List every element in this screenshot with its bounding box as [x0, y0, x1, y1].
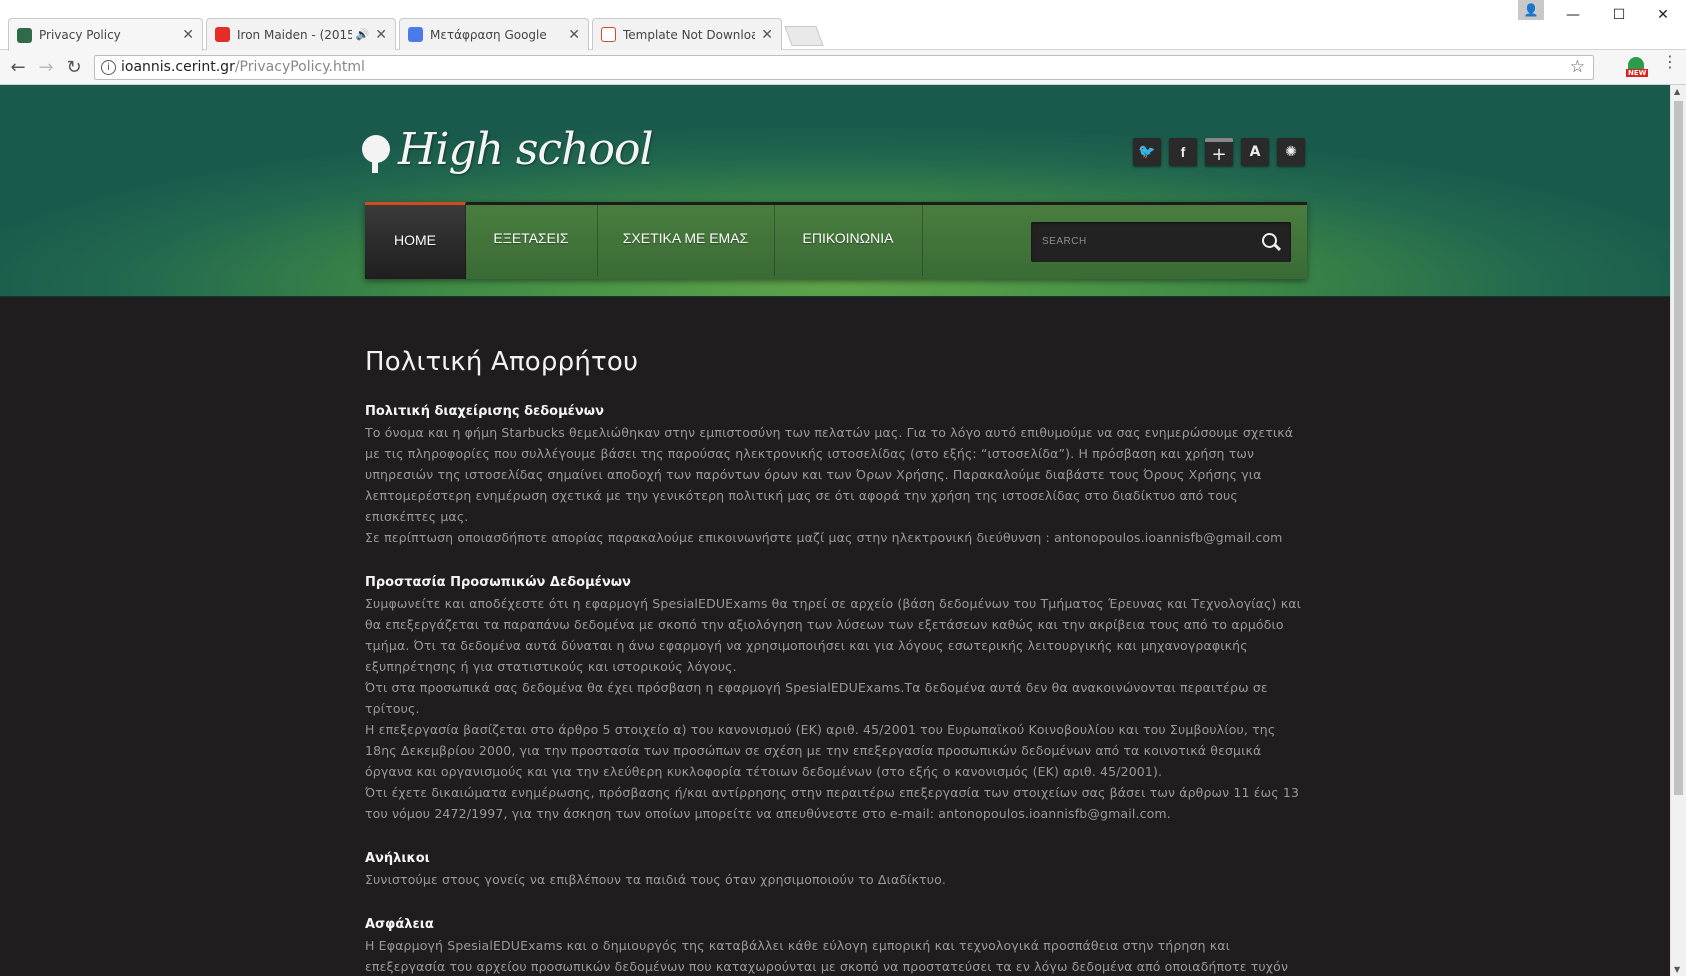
new-tab-button[interactable] — [784, 26, 824, 46]
paragraph: Συνιστούμε στους γονείς να επιβλέπουν τα… — [365, 872, 947, 887]
paragraph: Η Εφαρμογή SpesialEDUExams και ο δημιουρ… — [365, 938, 1289, 974]
extension-new-badge: NEW — [1626, 69, 1649, 77]
tab-youtube[interactable]: Iron Maiden - (2015) T 🔊 ✕ — [206, 18, 396, 50]
nav-item-home[interactable]: HOME — [365, 202, 466, 279]
globe-icon — [362, 135, 390, 173]
search-box[interactable]: SEARCH — [1031, 222, 1291, 262]
url-path: /PrivacyPolicy.html — [234, 59, 365, 75]
site-logo[interactable]: High school — [362, 119, 654, 179]
scroll-up-arrow-icon[interactable]: ▲ — [1674, 87, 1680, 96]
bookmark-star-icon[interactable]: ☆ — [1570, 56, 1585, 79]
page-viewport: High school 🐦 f + A ✺ HOME ΕΞΕΤΑΣΕΙΣ ΣΧΕ… — [0, 85, 1670, 976]
page-scrollbar[interactable]: ▲ ▼ — [1670, 85, 1686, 976]
tab-title: Μετάφραση Google — [430, 27, 547, 42]
tab-title: Iron Maiden - (2015) T — [237, 27, 352, 42]
close-window-button[interactable]: ✕ — [1640, 0, 1686, 30]
browser-menu-icon[interactable]: ⋮ — [1662, 54, 1678, 79]
section-heading: Προστασία Προσωπικών Δεδομένων — [365, 575, 631, 590]
search-placeholder: SEARCH — [1042, 236, 1087, 247]
nav-item-contact[interactable]: ΕΠΙΚΟΙΝΩΝΙΑ — [774, 205, 923, 276]
youtube-favicon-icon — [215, 27, 230, 42]
section-minors: Ανήλικοι Συνιστούμε στους γονείς να επιβ… — [365, 848, 1305, 890]
scroll-down-arrow-icon[interactable]: ▼ — [1674, 965, 1680, 974]
main-nav: HOME ΕΞΕΤΑΣΕΙΣ ΣΧΕΤΙΚΑ ΜΕ ΕΜΑΣ ΕΠΙΚΟΙΝΩΝ… — [365, 202, 1307, 279]
tab-gmail[interactable]: Template Not Download ✕ — [592, 18, 782, 50]
google-translate-favicon-icon — [408, 27, 423, 42]
browser-toolbar: ← → ↻ i ioannis.cerint.gr/PrivacyPolicy.… — [0, 50, 1686, 85]
twitter-icon[interactable]: 🐦 — [1133, 138, 1161, 166]
browser-tabstrip: Privacy Policy ✕ Iron Maiden - (2015) T … — [0, 0, 1686, 51]
facebook-icon[interactable]: f — [1169, 138, 1197, 166]
section-personal-data: Προστασία Προσωπικών Δεδομένων Συμφωνείτ… — [365, 572, 1305, 824]
plus-icon[interactable]: + — [1205, 138, 1233, 166]
a-icon[interactable]: A — [1241, 138, 1269, 166]
privacy-favicon-icon — [17, 27, 32, 43]
paragraph: Η επεξεργασία βασίζεται στο άρθρο 5 στοι… — [365, 722, 1276, 779]
scrollbar-thumb[interactable] — [1674, 101, 1683, 795]
tab-title: Privacy Policy — [39, 28, 121, 42]
paragraph: Σε περίπτωση οποιασδήποτε απορίας παρακα… — [365, 530, 1283, 545]
main-content: Πολιτική Απορρήτου Πολιτική διαχείρισης … — [365, 347, 1305, 976]
audio-playing-icon[interactable]: 🔊 — [356, 28, 370, 41]
profile-icon[interactable]: 👤 — [1518, 0, 1544, 20]
section-heading: Ανήλικοι — [365, 851, 430, 866]
section-data-management: Πολιτική διαχείρισης δεδομένων Το όνομα … — [365, 401, 1305, 548]
paragraph: Συμφωνείτε και αποδέχεστε ότι η εφαρμογή… — [365, 596, 1301, 674]
tab-google-translate[interactable]: Μετάφραση Google ✕ — [399, 18, 589, 50]
forward-arrow-icon[interactable]: → — [34, 56, 58, 80]
tab-close-icon[interactable]: ✕ — [761, 27, 773, 43]
tab-privacy-policy[interactable]: Privacy Policy ✕ — [8, 18, 203, 51]
paragraph: Ότι έχετε δικαιώματα ενημέρωσης, πρόσβασ… — [365, 785, 1300, 821]
minimize-button[interactable]: — — [1550, 0, 1596, 30]
paragraph: Το όνομα και η φήμη Starbucks θεμελιώθηκ… — [365, 425, 1294, 524]
address-bar[interactable]: i ioannis.cerint.gr/PrivacyPolicy.html ☆ — [94, 55, 1594, 80]
search-icon[interactable] — [1262, 233, 1277, 248]
dribbble-icon[interactable]: ✺ — [1277, 138, 1305, 166]
paragraph: Ότι στα προσωπικά σας δεδομένα θα έχει π… — [365, 680, 1268, 716]
tab-close-icon[interactable]: ✕ — [375, 27, 387, 43]
section-heading: Πολιτική διαχείρισης δεδομένων — [365, 404, 604, 419]
section-heading: Ασφάλεια — [365, 917, 434, 932]
page-title: Πολιτική Απορρήτου — [365, 347, 639, 377]
url-domain: ioannis.cerint.gr — [121, 59, 235, 75]
nav-item-exams[interactable]: ΕΞΕΤΑΣΕΙΣ — [465, 205, 598, 276]
logo-text: High school — [398, 123, 654, 175]
tab-close-icon[interactable]: ✕ — [182, 27, 194, 43]
gmail-favicon-icon — [601, 27, 616, 42]
tab-close-icon[interactable]: ✕ — [568, 27, 580, 43]
back-arrow-icon[interactable]: ← — [6, 56, 30, 80]
site-header: High school 🐦 f + A ✺ HOME ΕΞΕΤΑΣΕΙΣ ΣΧΕ… — [0, 85, 1670, 297]
tab-title: Template Not Download — [623, 27, 756, 42]
info-icon[interactable]: i — [101, 60, 116, 75]
nav-item-about[interactable]: ΣΧΕΤΙΚΑ ΜΕ ΕΜΑΣ — [597, 205, 775, 276]
extension-icon[interactable]: NEW — [1624, 57, 1649, 81]
maximize-button[interactable]: ☐ — [1596, 0, 1642, 30]
reload-icon[interactable]: ↻ — [62, 56, 86, 80]
section-security: Ασφάλεια Η Εφαρμογή SpesialEDUExams και … — [365, 914, 1305, 976]
